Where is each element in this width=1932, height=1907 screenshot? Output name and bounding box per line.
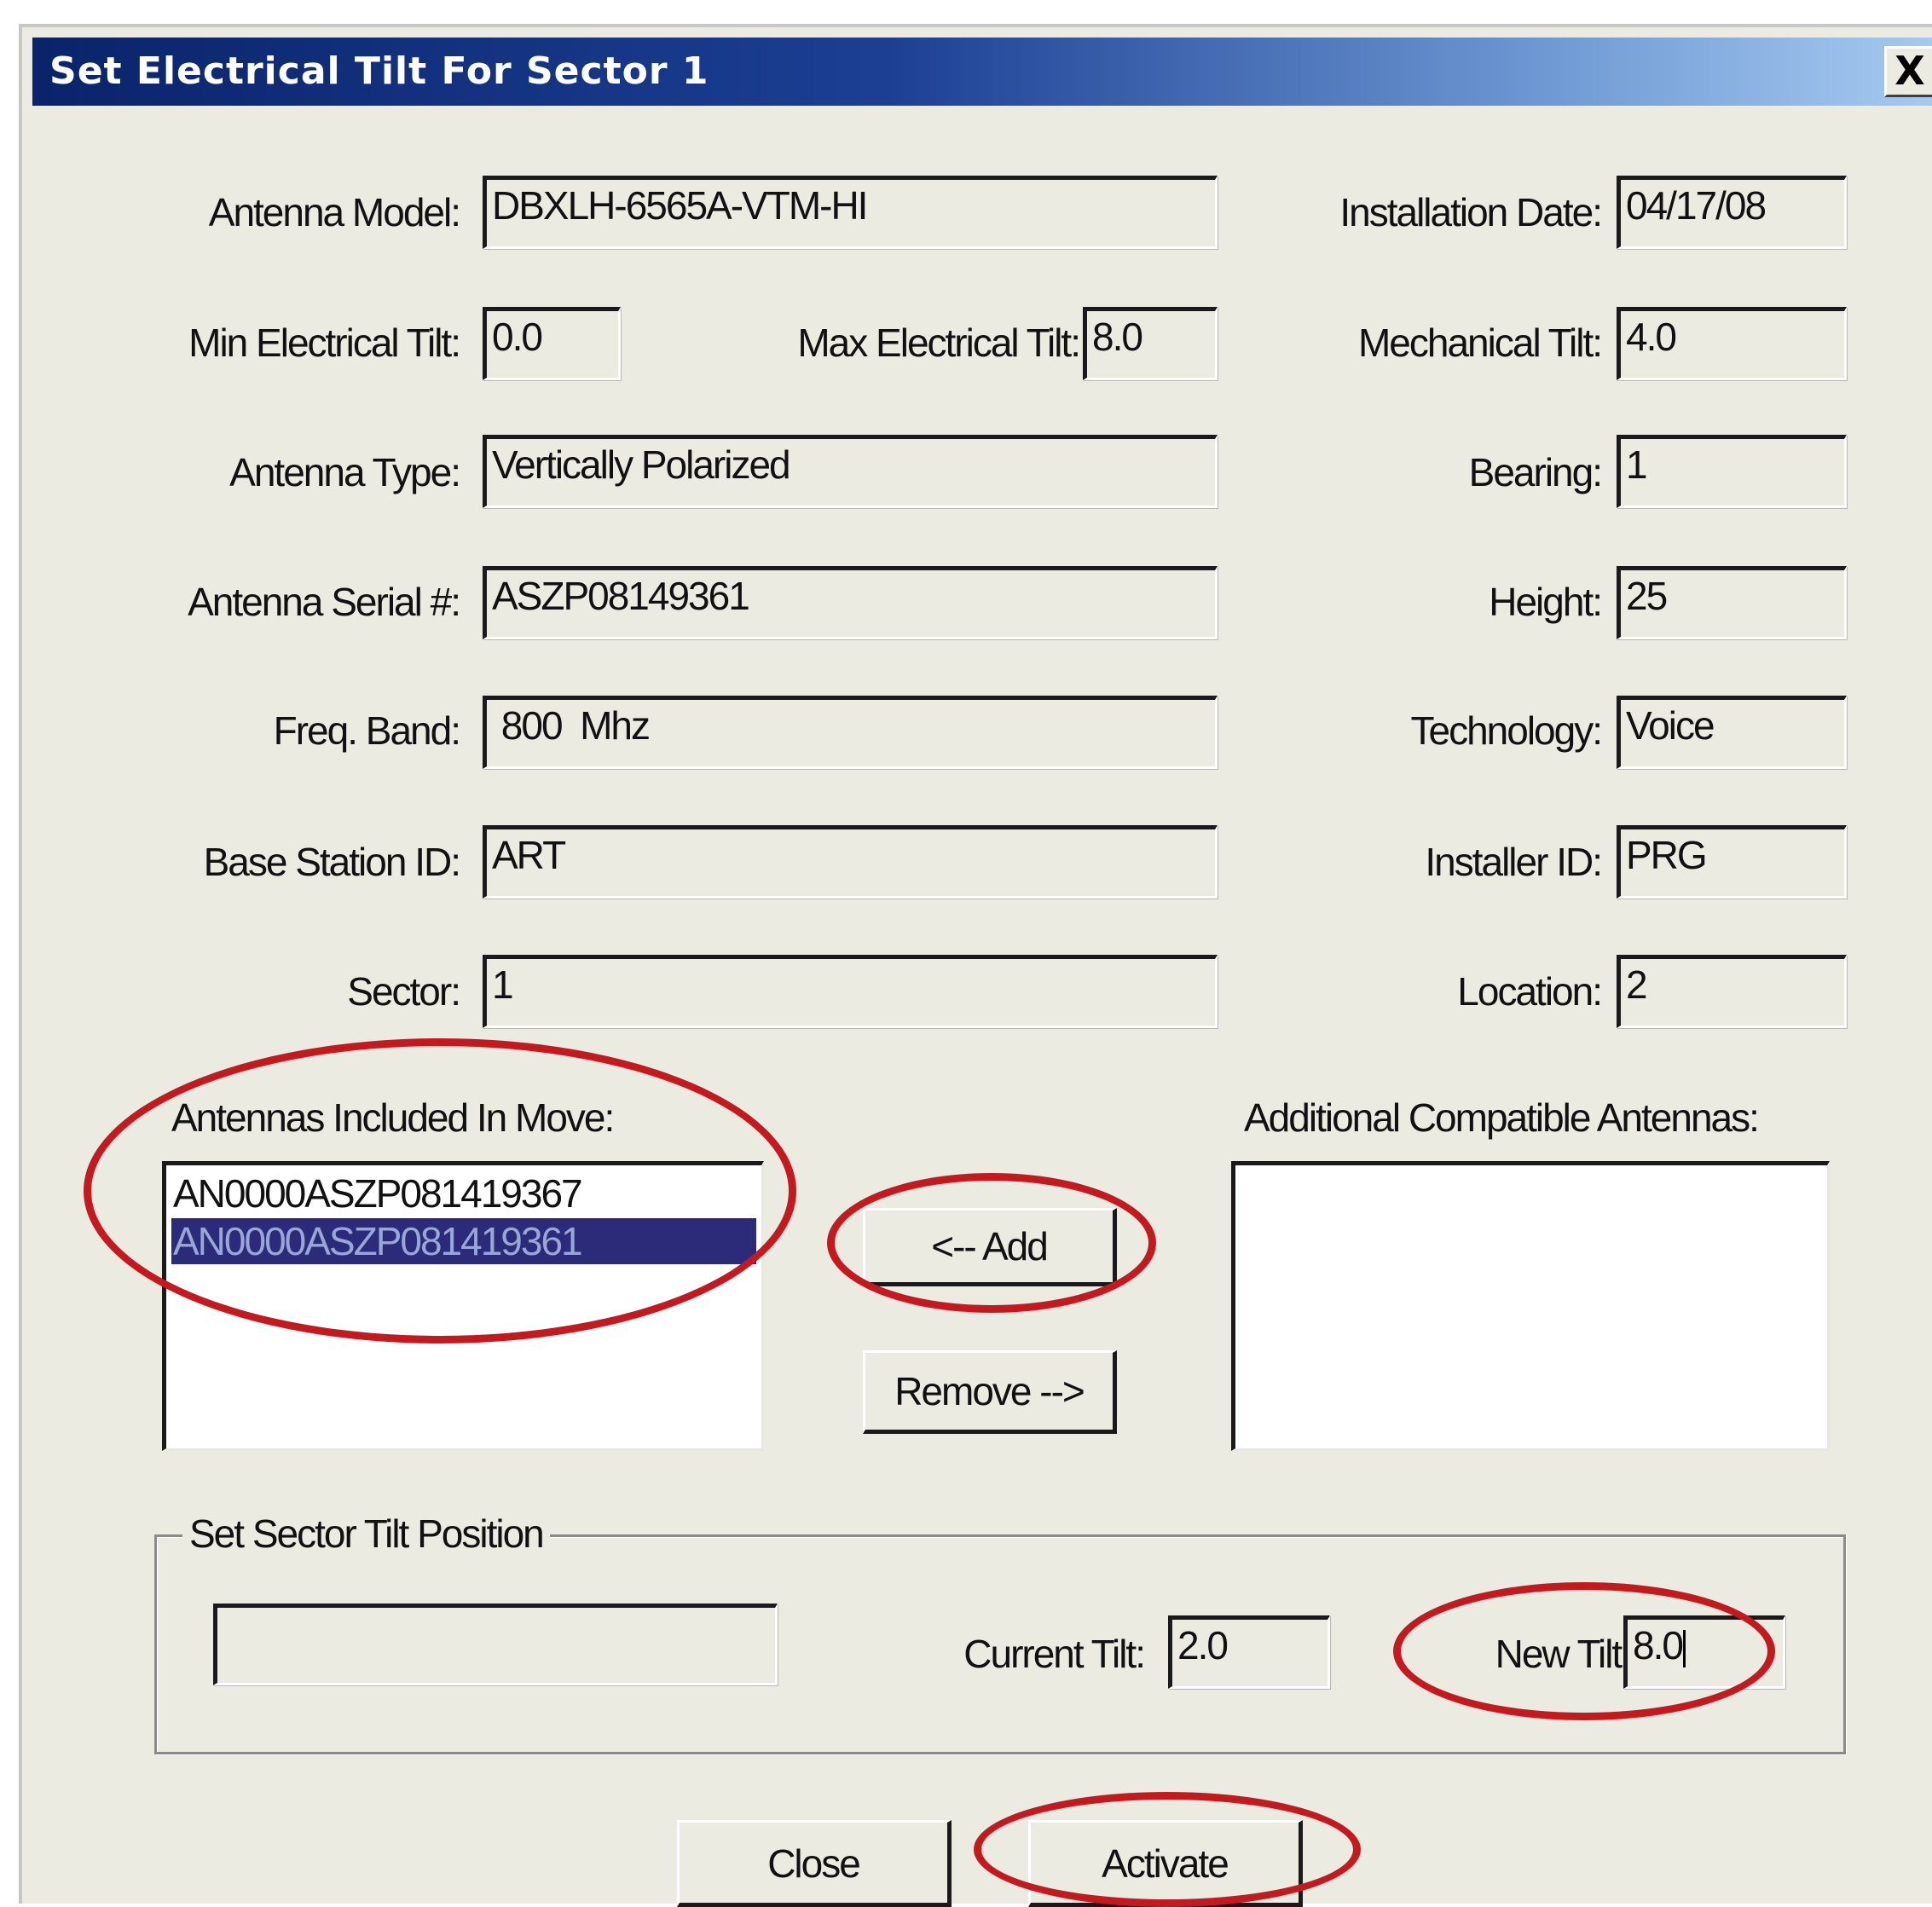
antenna-serial-field[interactable]: ASZP08149361 — [483, 566, 1218, 639]
height-label: Height: — [1489, 580, 1603, 624]
installation-date-label: Installation Date: — [1339, 190, 1603, 234]
technology-field[interactable]: Voice — [1617, 696, 1847, 769]
installation-date-field[interactable]: 04/17/08 — [1617, 176, 1847, 249]
freq-band-label: Freq. Band: — [273, 708, 461, 753]
new-tilt-value: 8.0 — [1633, 1623, 1684, 1667]
text-cursor — [1682, 1629, 1686, 1667]
base-station-id-label: Base Station ID: — [203, 840, 461, 884]
antennas-included-list[interactable]: AN0000ASZP081419367 AN0000ASZP081419361 — [162, 1161, 764, 1451]
location-label: Location: — [1457, 969, 1603, 1014]
technology-label: Technology: — [1410, 708, 1603, 753]
antenna-model-label: Antenna Model: — [208, 190, 461, 234]
mechanical-tilt-field[interactable]: 4.0 — [1617, 307, 1847, 380]
antenna-model-field[interactable]: DBXLH-6565A-VTM-HI — [483, 176, 1218, 249]
current-tilt-label: Current Tilt: — [963, 1632, 1146, 1676]
additional-compatible-antennas-list[interactable] — [1231, 1161, 1830, 1451]
new-tilt-label: New Tilt: — [1495, 1632, 1632, 1676]
antenna-type-field[interactable]: Vertically Polarized — [483, 435, 1218, 508]
max-electrical-tilt-label: Max Electrical Tilt: — [797, 321, 1081, 365]
list-item[interactable]: AN0000ASZP081419367 — [171, 1170, 756, 1216]
sector-label: Sector: — [347, 969, 461, 1014]
close-icon[interactable]: X — [1884, 46, 1932, 97]
location-field[interactable]: 2 — [1617, 955, 1847, 1028]
height-field[interactable]: 25 — [1617, 566, 1847, 639]
window-title: Set Electrical Tilt For Sector 1 — [49, 49, 709, 93]
bearing-label: Bearing: — [1468, 450, 1603, 494]
remove-button[interactable]: Remove --> — [863, 1350, 1117, 1434]
mechanical-tilt-label: Mechanical Tilt: — [1357, 321, 1603, 365]
base-station-id-field[interactable]: ART — [483, 825, 1218, 899]
min-electrical-tilt-field[interactable]: 0.0 — [483, 307, 621, 380]
sector-field[interactable]: 1 — [483, 955, 1218, 1028]
current-tilt-field[interactable]: 2.0 — [1168, 1615, 1330, 1689]
max-electrical-tilt-field[interactable]: 8.0 — [1083, 307, 1218, 380]
bearing-field[interactable]: 1 — [1617, 435, 1847, 508]
activate-button[interactable]: Activate — [1028, 1820, 1303, 1907]
antennas-included-label: Antennas Included In Move: — [171, 1095, 615, 1140]
add-button[interactable]: <-- Add — [863, 1208, 1117, 1286]
freq-band-field[interactable]: 800 Mhz — [483, 696, 1218, 769]
new-tilt-field[interactable]: 8.0 — [1623, 1615, 1785, 1689]
list-item-selected[interactable]: AN0000ASZP081419361 — [171, 1218, 756, 1264]
antenna-serial-label: Antenna Serial #: — [188, 580, 461, 624]
tilt-status-field — [213, 1604, 778, 1685]
set-sector-tilt-position-group: Set Sector Tilt Position Current Tilt: 2… — [154, 1508, 1846, 1754]
additional-compatible-antennas-label: Additional Compatible Antennas: — [1244, 1095, 1760, 1140]
min-electrical-tilt-label: Min Electrical Tilt: — [188, 321, 461, 365]
installer-id-label: Installer ID: — [1425, 840, 1603, 884]
installer-id-field[interactable]: PRG — [1617, 825, 1847, 899]
tilt-group-legend: Set Sector Tilt Position — [182, 1508, 550, 1559]
close-button[interactable]: Close — [677, 1820, 952, 1907]
title-bar: Set Electrical Tilt For Sector 1 X — [32, 38, 1932, 106]
antenna-type-label: Antenna Type: — [229, 450, 461, 494]
set-electrical-tilt-dialog: Set Electrical Tilt For Sector 1 X Anten… — [19, 24, 1932, 1907]
